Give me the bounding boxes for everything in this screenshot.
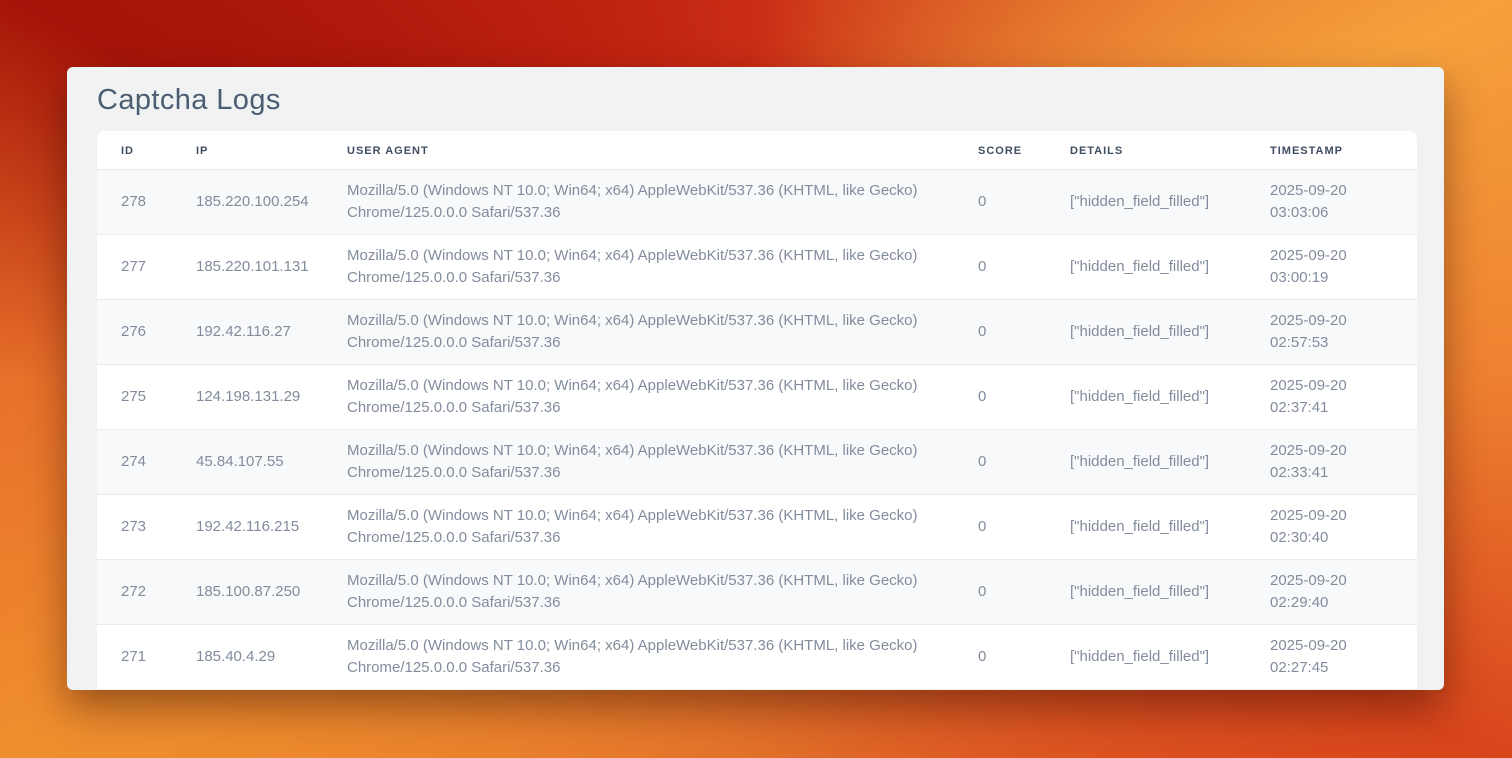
cell-id: 271 — [97, 625, 172, 690]
cell-score: 0 — [954, 365, 1046, 430]
cell-user_agent: Mozilla/5.0 (Windows NT 10.0; Win64; x64… — [323, 495, 954, 560]
cell-ip: 45.84.107.55 — [172, 430, 323, 495]
captcha-logs-table-container: IDIPUSER AGENTSCOREDETAILSTIMESTAMP 2781… — [97, 131, 1417, 689]
captcha-logs-table: IDIPUSER AGENTSCOREDETAILSTIMESTAMP 2781… — [97, 131, 1417, 689]
cell-user_agent: Mozilla/5.0 (Windows NT 10.0; Win64; x64… — [323, 300, 954, 365]
cell-timestamp: 2025-09-20 02:29:40 — [1246, 560, 1417, 625]
cell-timestamp: 2025-09-20 02:30:40 — [1246, 495, 1417, 560]
cell-timestamp: 2025-09-20 02:27:45 — [1246, 625, 1417, 690]
table-row: 27445.84.107.55Mozilla/5.0 (Windows NT 1… — [97, 430, 1417, 495]
cell-score: 0 — [954, 235, 1046, 300]
column-header-ip: IP — [172, 131, 323, 170]
page-title: Captcha Logs — [97, 83, 1417, 118]
cell-id: 277 — [97, 235, 172, 300]
cell-user_agent: Mozilla/5.0 (Windows NT 10.0; Win64; x64… — [323, 560, 954, 625]
cell-ip: 192.42.116.215 — [172, 495, 323, 560]
column-header-id: ID — [97, 131, 172, 170]
cell-ip: 124.198.131.29 — [172, 365, 323, 430]
cell-ip: 192.42.116.27 — [172, 300, 323, 365]
cell-id: 273 — [97, 495, 172, 560]
cell-score: 0 — [954, 625, 1046, 690]
column-header-score: SCORE — [954, 131, 1046, 170]
table-row: 275124.198.131.29Mozilla/5.0 (Windows NT… — [97, 365, 1417, 430]
column-header-details: DETAILS — [1046, 131, 1246, 170]
cell-ip: 185.220.101.131 — [172, 235, 323, 300]
cell-ip: 185.40.4.29 — [172, 625, 323, 690]
cell-score: 0 — [954, 430, 1046, 495]
table-header-row: IDIPUSER AGENTSCOREDETAILSTIMESTAMP — [97, 131, 1417, 170]
captcha-logs-card: Captcha Logs IDIPUSER AGENTSCOREDETAILST… — [67, 67, 1444, 690]
cell-id: 272 — [97, 560, 172, 625]
table-row: 276192.42.116.27Mozilla/5.0 (Windows NT … — [97, 300, 1417, 365]
table-row: 271185.40.4.29Mozilla/5.0 (Windows NT 10… — [97, 625, 1417, 690]
table-body: 278185.220.100.254Mozilla/5.0 (Windows N… — [97, 170, 1417, 690]
cell-timestamp: 2025-09-20 03:03:06 — [1246, 170, 1417, 235]
cell-score: 0 — [954, 300, 1046, 365]
table-row: 278185.220.100.254Mozilla/5.0 (Windows N… — [97, 170, 1417, 235]
cell-details: ["hidden_field_filled"] — [1046, 430, 1246, 495]
column-header-timestamp: TIMESTAMP — [1246, 131, 1417, 170]
column-header-user_agent: USER AGENT — [323, 131, 954, 170]
cell-details: ["hidden_field_filled"] — [1046, 495, 1246, 560]
cell-timestamp: 2025-09-20 03:00:19 — [1246, 235, 1417, 300]
cell-id: 276 — [97, 300, 172, 365]
cell-user_agent: Mozilla/5.0 (Windows NT 10.0; Win64; x64… — [323, 365, 954, 430]
table-row: 273192.42.116.215Mozilla/5.0 (Windows NT… — [97, 495, 1417, 560]
cell-timestamp: 2025-09-20 02:57:53 — [1246, 300, 1417, 365]
cell-id: 278 — [97, 170, 172, 235]
cell-details: ["hidden_field_filled"] — [1046, 170, 1246, 235]
cell-timestamp: 2025-09-20 02:33:41 — [1246, 430, 1417, 495]
cell-score: 0 — [954, 495, 1046, 560]
table-row: 272185.100.87.250Mozilla/5.0 (Windows NT… — [97, 560, 1417, 625]
cell-id: 274 — [97, 430, 172, 495]
cell-score: 0 — [954, 560, 1046, 625]
cell-details: ["hidden_field_filled"] — [1046, 560, 1246, 625]
table-row: 277185.220.101.131Mozilla/5.0 (Windows N… — [97, 235, 1417, 300]
cell-user_agent: Mozilla/5.0 (Windows NT 10.0; Win64; x64… — [323, 625, 954, 690]
cell-details: ["hidden_field_filled"] — [1046, 300, 1246, 365]
cell-details: ["hidden_field_filled"] — [1046, 625, 1246, 690]
cell-ip: 185.220.100.254 — [172, 170, 323, 235]
cell-ip: 185.100.87.250 — [172, 560, 323, 625]
cell-details: ["hidden_field_filled"] — [1046, 235, 1246, 300]
cell-user_agent: Mozilla/5.0 (Windows NT 10.0; Win64; x64… — [323, 235, 954, 300]
cell-details: ["hidden_field_filled"] — [1046, 365, 1246, 430]
cell-user_agent: Mozilla/5.0 (Windows NT 10.0; Win64; x64… — [323, 430, 954, 495]
cell-score: 0 — [954, 170, 1046, 235]
cell-id: 275 — [97, 365, 172, 430]
cell-timestamp: 2025-09-20 02:37:41 — [1246, 365, 1417, 430]
cell-user_agent: Mozilla/5.0 (Windows NT 10.0; Win64; x64… — [323, 170, 954, 235]
